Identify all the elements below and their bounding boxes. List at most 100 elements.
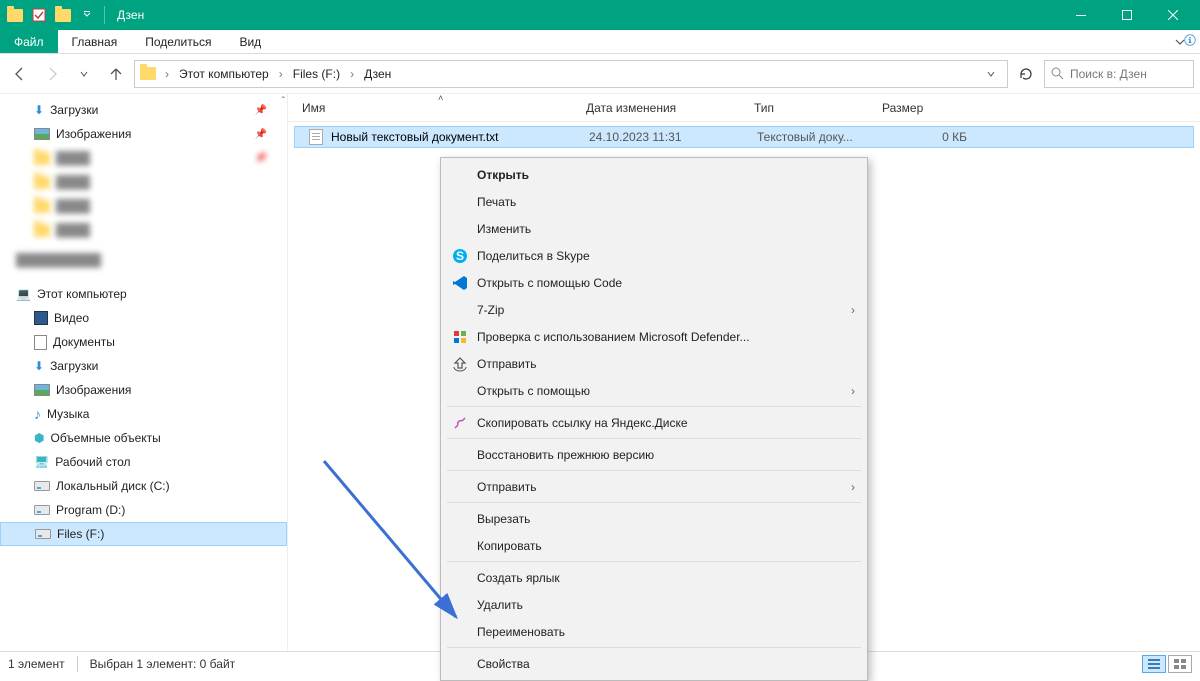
chevron-right-icon[interactable]: ›: [346, 67, 358, 81]
sidebar-item-videos[interactable]: Видео: [0, 306, 287, 330]
sidebar-item-hidden[interactable]: ████: [0, 194, 287, 218]
sidebar-item-hidden[interactable]: ████: [0, 170, 287, 194]
up-button[interactable]: [102, 60, 130, 88]
menu-rename[interactable]: Переименовать: [443, 618, 865, 645]
view-buttons: [1142, 655, 1192, 673]
quick-access-toolbar: [4, 4, 98, 26]
pin-icon: 📌: [255, 129, 267, 140]
separator: [77, 656, 78, 672]
menu-separator: [447, 647, 861, 648]
folder-icon: [139, 65, 157, 83]
column-date[interactable]: Дата изменения: [586, 101, 754, 115]
forward-button[interactable]: [38, 60, 66, 88]
details-view-button[interactable]: [1142, 655, 1166, 673]
chevron-right-icon: ›: [851, 384, 855, 398]
menu-share[interactable]: Отправить: [443, 350, 865, 377]
thumbnails-view-button[interactable]: [1168, 655, 1192, 673]
menu-open[interactable]: Открыть: [443, 161, 865, 188]
menu-separator: [447, 502, 861, 503]
menu-properties[interactable]: Свойства: [443, 650, 865, 677]
sidebar-item-documents[interactable]: Документы: [0, 330, 287, 354]
menu-delete[interactable]: Удалить: [443, 591, 865, 618]
breadcrumb-drive[interactable]: Files (F:): [291, 67, 342, 81]
column-name[interactable]: Имя: [302, 101, 586, 115]
menu-edit[interactable]: Изменить: [443, 215, 865, 242]
column-size[interactable]: Размер: [882, 101, 972, 115]
file-size-cell: 0 КБ: [881, 130, 967, 144]
sidebar-item-downloads[interactable]: ⬇Загрузки📌: [0, 98, 287, 122]
menu-shortcut[interactable]: Создать ярлык: [443, 564, 865, 591]
chevron-right-icon: ›: [851, 480, 855, 494]
breadcrumb[interactable]: › Этот компьютер › Files (F:) › Дзен: [134, 60, 1008, 88]
tab-home[interactable]: Главная: [58, 30, 132, 53]
breadcrumb-root[interactable]: Этот компьютер: [177, 67, 271, 81]
back-button[interactable]: [6, 60, 34, 88]
drive-icon: [34, 481, 50, 491]
menu-cut[interactable]: Вырезать: [443, 505, 865, 532]
sidebar-item-thispc[interactable]: 💻Этот компьютер: [0, 282, 287, 306]
tab-share[interactable]: Поделиться: [131, 30, 225, 53]
sidebar-item-hidden[interactable]: ████: [0, 218, 287, 242]
menu-copy[interactable]: Копировать: [443, 532, 865, 559]
menu-skype[interactable]: SПоделиться в Skype: [443, 242, 865, 269]
sidebar-item-desktop[interactable]: 🖥Рабочий стол: [0, 450, 287, 474]
drive-icon: [35, 529, 51, 539]
sidebar-item-programd[interactable]: Program (D:): [0, 498, 287, 522]
chevron-right-icon[interactable]: ›: [161, 67, 173, 81]
properties-icon[interactable]: [28, 4, 50, 26]
sidebar-item-music[interactable]: ♪Музыка: [0, 402, 287, 426]
separator: [104, 6, 105, 24]
tab-file[interactable]: Файл: [0, 30, 58, 53]
sidebar-item-downloads2[interactable]: ⬇Загрузки: [0, 354, 287, 378]
menu-print[interactable]: Печать: [443, 188, 865, 215]
pin-icon: 📌: [255, 105, 267, 116]
refresh-button[interactable]: [1012, 60, 1040, 88]
window-controls: [1058, 0, 1196, 30]
file-row[interactable]: Новый текстовый документ.txt 24.10.2023 …: [294, 126, 1194, 148]
computer-icon: 💻: [16, 287, 31, 301]
close-button[interactable]: [1150, 0, 1196, 30]
search-icon: [1051, 67, 1064, 80]
sort-ascending-icon: ˄: [438, 93, 443, 103]
menu-openwith[interactable]: Открыть с помощью›: [443, 377, 865, 404]
qat-dropdown-icon[interactable]: [76, 4, 98, 26]
ribbon-expand-button[interactable]: [1160, 30, 1200, 53]
search-input[interactable]: Поиск в: Дзен: [1044, 60, 1194, 88]
sidebar-item-3dobjects[interactable]: ⬢Объемные объекты: [0, 426, 287, 450]
menu-separator: [447, 561, 861, 562]
share-icon: [451, 355, 469, 373]
recent-dropdown[interactable]: [70, 60, 98, 88]
3d-icon: ⬢: [34, 431, 44, 445]
column-type[interactable]: Тип: [754, 101, 882, 115]
new-folder-icon[interactable]: [52, 4, 74, 26]
download-icon: ⬇: [34, 103, 44, 117]
address-dropdown-icon[interactable]: [979, 69, 1003, 79]
sidebar-item-localc[interactable]: Локальный диск (C:): [0, 474, 287, 498]
sidebar-item-filesf[interactable]: Files (F:): [0, 522, 287, 546]
pin-icon: 📌: [255, 153, 267, 164]
folder-icon: [34, 176, 50, 189]
sidebar-item-pictures[interactable]: Изображения📌: [0, 122, 287, 146]
folder-icon: [34, 152, 50, 165]
menu-7zip[interactable]: 7-Zip›: [443, 296, 865, 323]
menu-yandex[interactable]: Скопировать ссылку на Яндекс.Диске: [443, 409, 865, 436]
chevron-right-icon[interactable]: ›: [275, 67, 287, 81]
minimize-button[interactable]: [1058, 0, 1104, 30]
breadcrumb-folder[interactable]: Дзен: [362, 67, 393, 81]
window-title: Дзен: [117, 8, 144, 22]
tab-view[interactable]: Вид: [225, 30, 275, 53]
desktop-icon: 🖥: [34, 455, 49, 469]
menu-defender[interactable]: Проверка с использованием Microsoft Defe…: [443, 323, 865, 350]
sidebar-item-pictures2[interactable]: Изображения: [0, 378, 287, 402]
sidebar-item-hidden[interactable]: ██████████: [0, 248, 287, 272]
file-name-cell: Новый текстовый документ.txt: [309, 129, 589, 145]
menu-sendto[interactable]: Отправить›: [443, 473, 865, 500]
navigation-pane: ˆ ⬇Загрузки📌 Изображения📌 ████📌 ████ ███…: [0, 94, 288, 651]
vscode-icon: [451, 274, 469, 292]
menu-vscode[interactable]: Открыть с помощью Code: [443, 269, 865, 296]
folder-icon: [4, 4, 26, 26]
maximize-button[interactable]: [1104, 0, 1150, 30]
menu-restore[interactable]: Восстановить прежнюю версию: [443, 441, 865, 468]
music-icon: ♪: [34, 406, 41, 422]
sidebar-item-hidden[interactable]: ████📌: [0, 146, 287, 170]
